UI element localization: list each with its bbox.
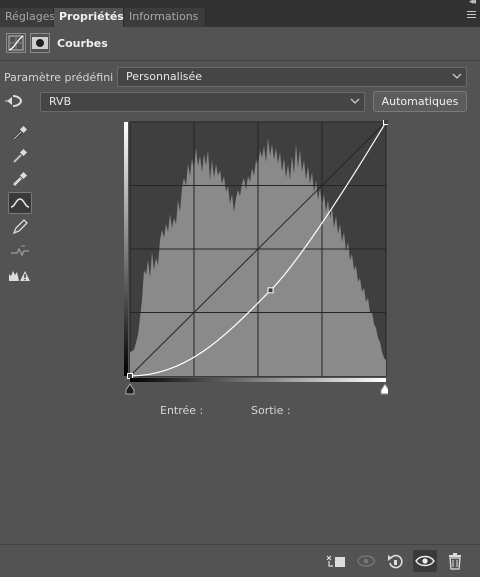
input-label: Entrée :: [160, 404, 203, 417]
sample-gray-point-eyedropper-icon[interactable]: [8, 145, 32, 167]
output-label-text: Sortie :: [251, 404, 291, 417]
delete-adjustment-icon[interactable]: [443, 550, 467, 572]
curves-graph[interactable]: [124, 119, 390, 396]
tab-informations[interactable]: Informations: [124, 8, 206, 27]
channel-value: RVB: [49, 95, 72, 108]
reset-adjustments-icon[interactable]: [383, 550, 407, 572]
output-label: Sortie :: [251, 404, 291, 417]
properties-header: Courbes: [0, 27, 480, 61]
top-strip: ◂◂: [0, 0, 480, 8]
tab-bar: Réglages Propriétés Informations: [0, 8, 480, 27]
panel-menu-icon[interactable]: [467, 11, 476, 20]
chevron-down-icon: [350, 98, 360, 104]
auto-button[interactable]: Automatiques: [373, 91, 467, 112]
view-previous-state-icon[interactable]: [354, 550, 378, 572]
input-label-text: Entrée :: [160, 404, 204, 417]
clipping-warning-icon[interactable]: [8, 264, 32, 286]
layer-mask-icon[interactable]: [30, 33, 50, 53]
footer-toolbar: [0, 544, 480, 577]
curve-control-point[interactable]: [127, 373, 133, 379]
sample-white-point-eyedropper-icon[interactable]: [8, 168, 32, 190]
output-gradient-bar: [124, 122, 128, 376]
preset-value: Personnalisée: [126, 70, 203, 83]
target-adjust-icon[interactable]: [4, 92, 26, 110]
preset-select[interactable]: Personnalisée: [117, 67, 467, 87]
black-point-slider[interactable]: [125, 383, 135, 395]
preset-label: Paramètre prédéfini :: [4, 71, 121, 84]
tab-proprietes[interactable]: Propriétés: [54, 8, 124, 27]
curves-adjustment-icon[interactable]: [6, 33, 26, 53]
curve-points-icon[interactable]: [8, 192, 32, 214]
chevron-down-icon: [452, 73, 462, 79]
channel-select[interactable]: RVB: [40, 92, 365, 112]
adjustment-title: Courbes: [57, 37, 108, 50]
smooth-curve-icon[interactable]: [8, 240, 32, 262]
input-gradient-bar: [130, 378, 386, 382]
tab-reglages[interactable]: Réglages: [0, 8, 55, 27]
pencil-draw-icon[interactable]: [8, 216, 32, 238]
collapse-panel-icon[interactable]: ◂◂: [469, 0, 476, 7]
sample-black-point-eyedropper-icon[interactable]: [8, 122, 32, 144]
curve-control-point[interactable]: [383, 119, 389, 125]
white-point-slider[interactable]: [380, 383, 390, 395]
clip-to-layer-icon[interactable]: [324, 550, 348, 572]
toggle-visibility-icon[interactable]: [413, 550, 437, 572]
curve-control-point[interactable]: [267, 287, 274, 294]
